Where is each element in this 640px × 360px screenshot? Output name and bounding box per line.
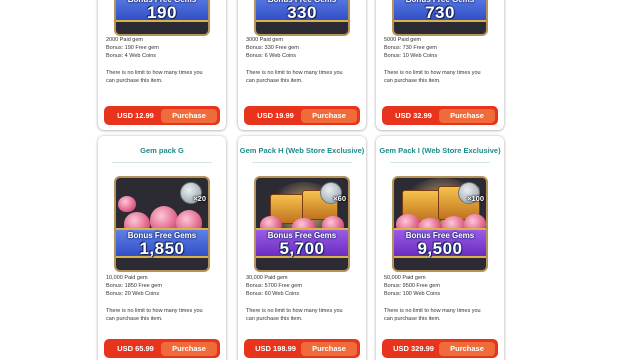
bonus-ribbon: Bonus Free Gems 1,850 (116, 228, 208, 258)
paid-gem-text: 50,000 Paid gem (384, 275, 426, 281)
purchase-button[interactable]: Purchase (161, 108, 217, 123)
coin-badge-count: ×100 (467, 194, 484, 203)
buy-bar: USD 65.99 Purchase (104, 339, 220, 358)
bonus-gem-text: Bonus: 190 Free gem (106, 45, 159, 51)
bonus-gem-amount: 9,500 (417, 239, 463, 258)
purchase-button[interactable]: Purchase (161, 341, 217, 356)
bonus-coins-text: Bonus: 60 Web Coins (246, 291, 300, 297)
bonus-ribbon: Bonus Free Gems 190 (116, 0, 208, 22)
bonus-ribbon: Bonus Free Gems 330 (256, 0, 348, 22)
gem-pack-image: Bonus Free Gems 190 (114, 0, 210, 36)
limit-text: There is no limit to how many times you … (384, 307, 498, 323)
gem-pack-image: ×20 Bonus Free Gems 1,850 (114, 176, 210, 272)
buy-bar: USD 12.99 Purchase (104, 106, 220, 125)
bonus-gem-amount: 5,700 (279, 239, 325, 258)
bonus-coins-text: Bonus: 10 Web Coins (384, 53, 438, 59)
bonus-coins-text: Bonus: 20 Web Coins (106, 291, 160, 297)
buy-bar: USD 198.99 Purchase (244, 339, 360, 358)
pack-title: Gem Pack I (Web Store Exclusive) (379, 146, 501, 155)
bonus-coins-text: Bonus: 4 Web Coins (106, 53, 157, 59)
price-label: USD 198.99 (255, 344, 296, 353)
bonus-gem-amount: 190 (147, 3, 177, 22)
limit-line: can purchase this item. (384, 316, 441, 322)
price-label: USD 329.99 (393, 344, 434, 353)
price-label: USD 12.99 (117, 111, 154, 120)
gem-pack-card: Gem Pack I (Web Store Exclusive) ×100 Bo… (376, 136, 504, 360)
limit-line: There is no limit to how many times you (246, 70, 343, 76)
limit-line: There is no limit to how many times you (106, 70, 203, 76)
limit-line: can purchase this item. (106, 78, 163, 84)
pack-details: 3000 Paid gem Bonus: 330 Free gem Bonus:… (246, 36, 360, 85)
pack-details: 50,000 Paid gem Bonus: 9500 Free gem Bon… (384, 274, 498, 323)
purchase-button[interactable]: Purchase (301, 341, 357, 356)
limit-line: There is no limit to how many times you (384, 308, 481, 314)
price-label: USD 19.99 (257, 111, 294, 120)
limit-text: There is no limit to how many times you … (106, 307, 220, 323)
pack-title: Gem pack G (140, 146, 184, 155)
pack-details: 2000 Paid gem Bonus: 190 Free gem Bonus:… (106, 36, 220, 85)
price-label: USD 32.99 (395, 111, 432, 120)
paid-gem-text: 5000 Paid gem (384, 37, 421, 43)
buy-bar: USD 329.99 Purchase (382, 339, 498, 358)
bonus-ribbon: Bonus Free Gems 5,700 (256, 228, 348, 258)
purchase-button[interactable]: Purchase (439, 108, 495, 123)
purchase-button[interactable]: Purchase (301, 108, 357, 123)
purchase-button[interactable]: Purchase (439, 341, 495, 356)
limit-text: There is no limit to how many times you … (246, 307, 360, 323)
bonus-coins-text: Bonus: 6 Web Coins (246, 53, 297, 59)
price-label: USD 65.99 (117, 344, 154, 353)
limit-line: There is no limit to how many times you (384, 70, 481, 76)
title-divider (390, 162, 490, 163)
gem-pack-card: Bonus Free Gems 330 3000 Paid gem Bonus:… (238, 0, 366, 130)
limit-line: can purchase this item. (384, 78, 441, 84)
bonus-gem-text: Bonus: 730 Free gem (384, 45, 437, 51)
paid-gem-text: 10,000 Paid gem (106, 275, 148, 281)
title-divider (112, 162, 212, 163)
limit-text: There is no limit to how many times you … (246, 69, 360, 85)
gem-pack-card: Gem Pack H (Web Store Exclusive) ×60 Bon… (238, 136, 366, 360)
coin-badge-count: ×60 (333, 194, 346, 203)
gem-pack-image: Bonus Free Gems 330 (254, 0, 350, 36)
bonus-gem-text: Bonus: 330 Free gem (246, 45, 299, 51)
buy-bar: USD 32.99 Purchase (382, 106, 498, 125)
pack-details: 30,000 Paid gem Bonus: 5700 Free gem Bon… (246, 274, 360, 323)
bonus-gem-text: Bonus: 5700 Free gem (246, 283, 302, 289)
limit-line: There is no limit to how many times you (106, 308, 203, 314)
gem-pack-card: Bonus Free Gems 190 2000 Paid gem Bonus:… (98, 0, 226, 130)
bonus-gem-amount: 330 (287, 3, 317, 22)
bonus-ribbon: Bonus Free Gems 730 (394, 0, 486, 22)
pack-details: 10,000 Paid gem Bonus: 1850 Free gem Bon… (106, 274, 220, 323)
gem-pack-card: Bonus Free Gems 730 5000 Paid gem Bonus:… (376, 0, 504, 130)
limit-text: There is no limit to how many times you … (106, 69, 220, 85)
gem-pack-image: Bonus Free Gems 730 (392, 0, 488, 36)
gem-pack-image: ×60 Bonus Free Gems 5,700 (254, 176, 350, 272)
bonus-gem-text: Bonus: 1850 Free gem (106, 283, 162, 289)
limit-line: can purchase this item. (106, 316, 163, 322)
paid-gem-text: 2000 Paid gem (106, 37, 143, 43)
limit-line: can purchase this item. (246, 316, 303, 322)
limit-text: There is no limit to how many times you … (384, 69, 498, 85)
paid-gem-text: 30,000 Paid gem (246, 275, 288, 281)
gem-pack-image: ×100 Bonus Free Gems 9,500 (392, 176, 488, 272)
pack-details: 5000 Paid gem Bonus: 730 Free gem Bonus:… (384, 36, 498, 85)
gem-bag-icon (118, 196, 136, 212)
coin-badge-count: ×20 (193, 194, 206, 203)
bonus-gem-amount: 730 (425, 3, 455, 22)
limit-line: There is no limit to how many times you (246, 308, 343, 314)
title-divider (252, 162, 352, 163)
bonus-ribbon: Bonus Free Gems 9,500 (394, 228, 486, 258)
bonus-gem-text: Bonus: 9500 Free gem (384, 283, 440, 289)
bonus-coins-text: Bonus: 100 Web Coins (384, 291, 441, 297)
bonus-gem-amount: 1,850 (139, 239, 185, 258)
buy-bar: USD 19.99 Purchase (244, 106, 360, 125)
paid-gem-text: 3000 Paid gem (246, 37, 283, 43)
pack-title: Gem Pack H (Web Store Exclusive) (239, 146, 365, 155)
gem-pack-card: Gem pack G ×20 Bonus Free Gems 1,850 10,… (98, 136, 226, 360)
limit-line: can purchase this item. (246, 78, 303, 84)
